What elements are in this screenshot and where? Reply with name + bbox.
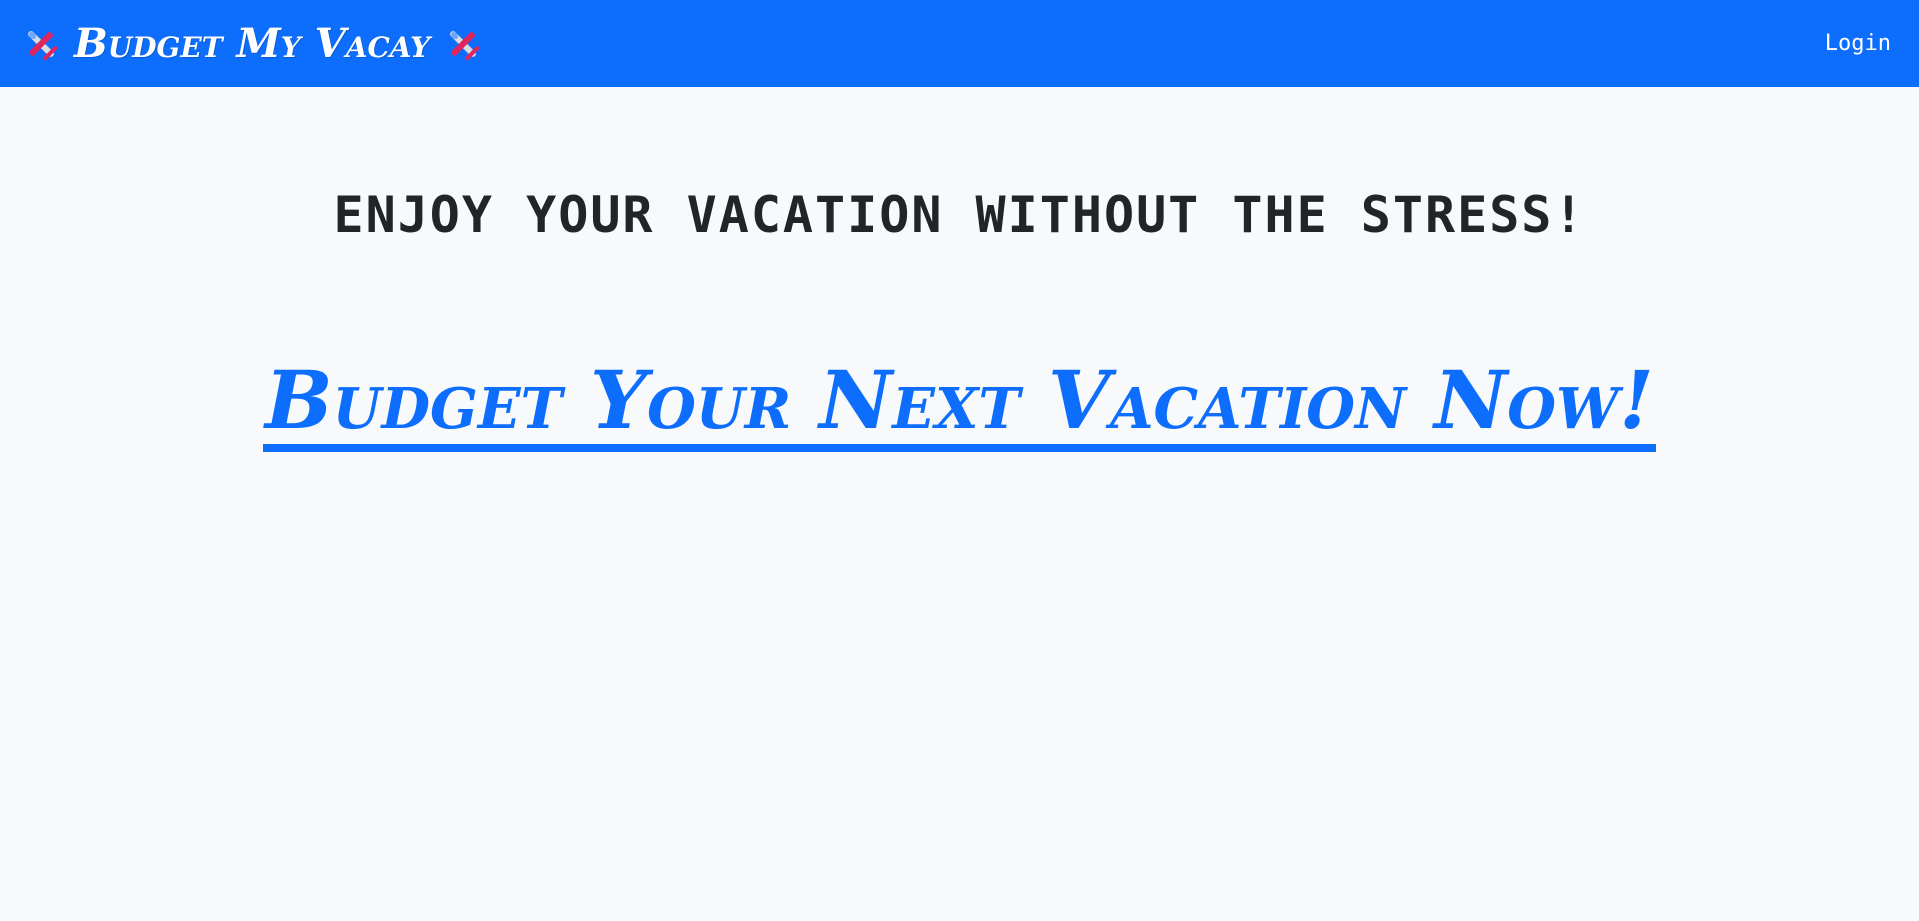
top-navbar: Budget My Vacay Login: [0, 0, 1919, 87]
airplane-icon: [442, 23, 484, 65]
brand-link[interactable]: Budget My Vacay: [20, 23, 484, 65]
brand-title: Budget My Vacay: [74, 19, 431, 67]
cta-container: Budget Your Next Vacation Now!: [0, 358, 1919, 452]
tagline-heading: ENJOY YOUR VACATION WITHOUT THE STRESS!: [333, 186, 1586, 244]
airplane-icon: [20, 23, 62, 65]
budget-now-link[interactable]: Budget Your Next Vacation Now!: [262, 358, 1657, 452]
login-link[interactable]: Login: [1825, 31, 1891, 56]
